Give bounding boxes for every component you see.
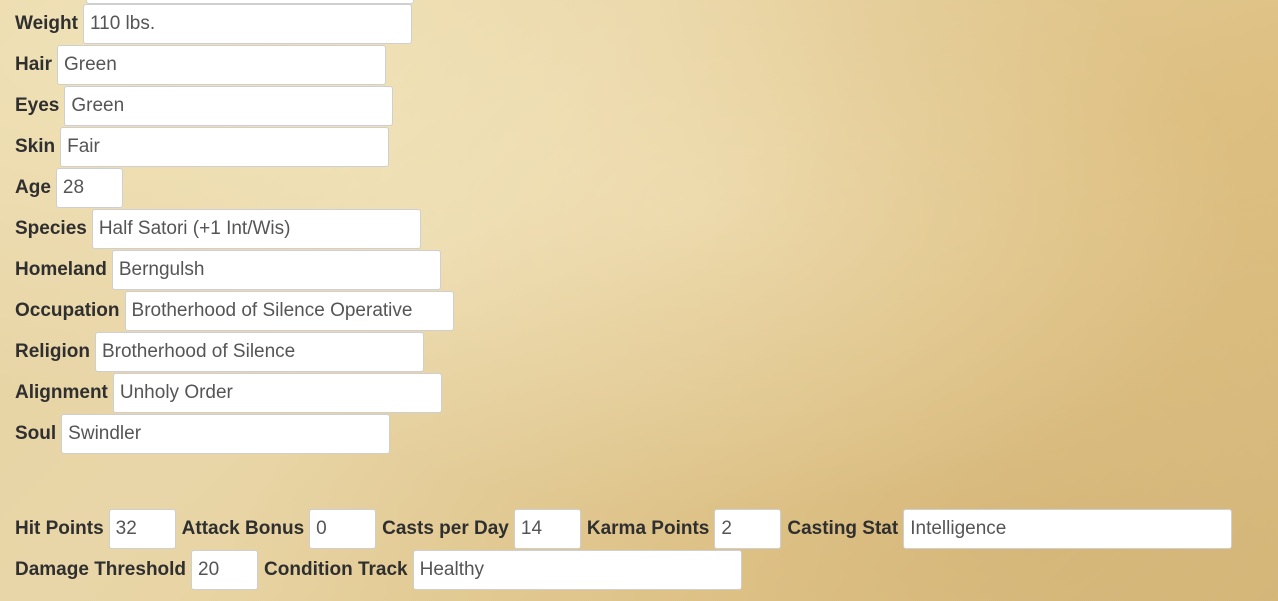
damage-threshold-field[interactable] [191,550,259,590]
homeland-field[interactable] [111,250,441,290]
stats-row-1: Hit Points Attack Bonus Casts per Day Ka… [15,509,1233,549]
skin-label: Skin [15,136,56,157]
hair-row: Hair [15,45,386,85]
religion-row: Religion [15,332,424,372]
skin-row: Skin [15,127,390,167]
condition-track-field[interactable] [412,550,742,590]
religion-field[interactable] [94,332,424,372]
casting-stat-field[interactable] [903,509,1233,549]
weight-row: Weight [15,4,412,44]
stats-row-2: Damage Threshold Condition Track [15,550,742,590]
soul-label: Soul [15,423,57,444]
soul-field[interactable] [61,414,391,454]
alignment-field[interactable] [112,373,442,413]
karma-points-field[interactable] [714,509,782,549]
soul-row: Soul [15,414,391,454]
species-field[interactable] [91,209,421,249]
alignment-label: Alignment [15,382,108,403]
eyes-label: Eyes [15,95,60,116]
karma-points-label: Karma Points [586,518,710,539]
damage-threshold-label: Damage Threshold [15,559,187,580]
attack-bonus-field[interactable] [309,509,377,549]
age-row: Age [15,168,123,208]
skin-field[interactable] [60,127,390,167]
alignment-row: Alignment [15,373,442,413]
weight-label: Weight [15,13,78,34]
homeland-label: Homeland [15,259,107,280]
occupation-label: Occupation [15,300,120,321]
hit-points-field[interactable] [108,509,176,549]
religion-label: Religion [15,341,90,362]
homeland-row: Homeland [15,250,441,290]
attack-bonus-label: Attack Bonus [181,518,305,539]
weight-field[interactable] [82,4,412,44]
age-label: Age [15,177,51,198]
species-row: Species [15,209,421,249]
hair-field[interactable] [56,45,386,85]
hair-label: Hair [15,54,52,75]
occupation-field[interactable] [124,291,454,331]
casting-stat-label: Casting Stat [787,518,899,539]
occupation-row: Occupation [15,291,454,331]
hit-points-label: Hit Points [15,518,104,539]
age-field[interactable] [55,168,123,208]
condition-track-label: Condition Track [264,559,408,580]
species-label: Species [15,218,87,239]
eyes-field[interactable] [64,86,394,126]
casts-per-day-field[interactable] [513,509,581,549]
casts-per-day-label: Casts per Day [382,518,509,539]
eyes-row: Eyes [15,86,394,126]
